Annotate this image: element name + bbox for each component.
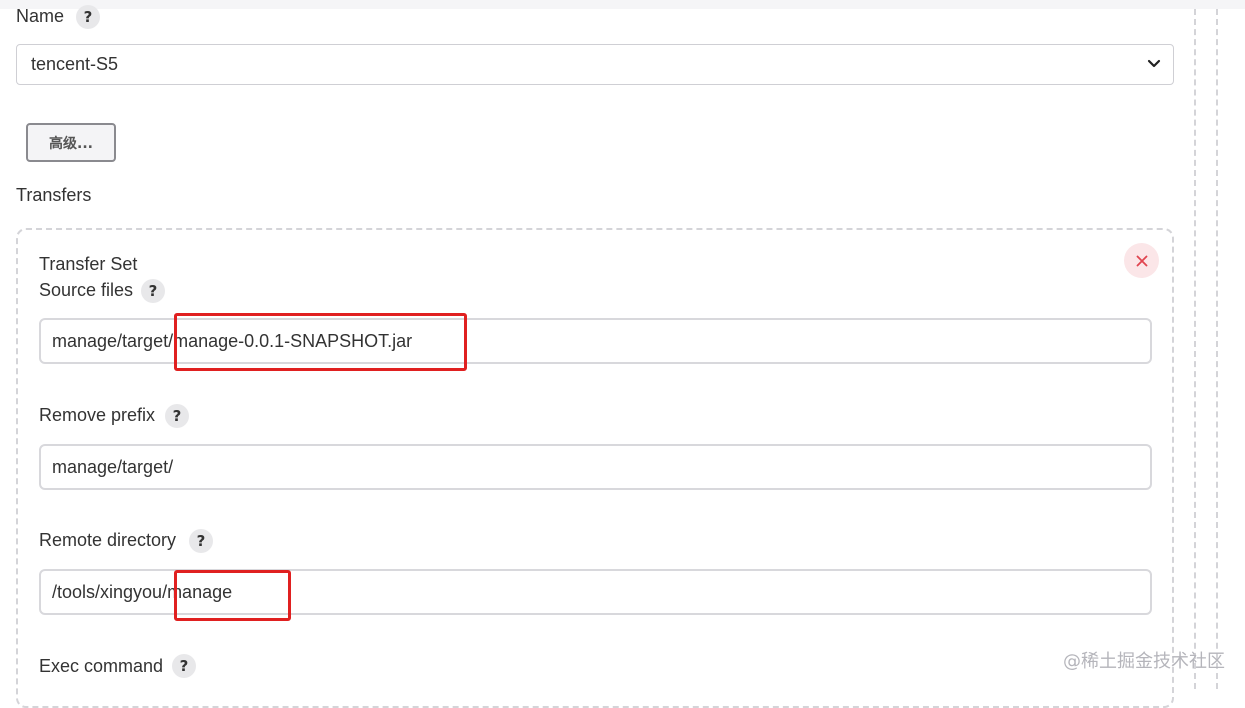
top-bar: [0, 0, 1245, 9]
source-files-help-icon[interactable]: ?: [141, 279, 165, 303]
remote-directory-label: Remote directory: [39, 529, 176, 551]
transfer-set-title: Transfer Set: [39, 253, 137, 275]
remove-prefix-label: Remove prefix: [39, 404, 155, 426]
highlight-box-remote: [174, 570, 291, 621]
advanced-button[interactable]: 高级...: [26, 123, 116, 162]
source-files-label: Source files: [39, 279, 133, 301]
remove-prefix-input[interactable]: manage/target/: [39, 444, 1152, 490]
close-icon: [1136, 255, 1148, 267]
name-help-icon[interactable]: ?: [76, 5, 100, 29]
name-label: Name: [16, 5, 64, 27]
name-select-value: tencent-S5: [31, 54, 118, 75]
remove-prefix-help-icon[interactable]: ?: [165, 404, 189, 428]
remote-directory-help-icon[interactable]: ?: [189, 529, 213, 553]
chevron-down-icon: [1147, 57, 1161, 71]
exec-command-help-icon[interactable]: ?: [172, 654, 196, 678]
exec-command-label: Exec command: [39, 655, 163, 677]
transfers-label: Transfers: [16, 184, 91, 206]
name-select[interactable]: tencent-S5: [16, 44, 1174, 85]
watermark: @稀土掘金技术社区: [1063, 647, 1225, 673]
right-dashed-border-outer: [1216, 9, 1218, 689]
right-dashed-border: [1194, 9, 1196, 689]
highlight-box-source: [174, 313, 467, 371]
close-transfer-set-button[interactable]: [1124, 243, 1159, 278]
